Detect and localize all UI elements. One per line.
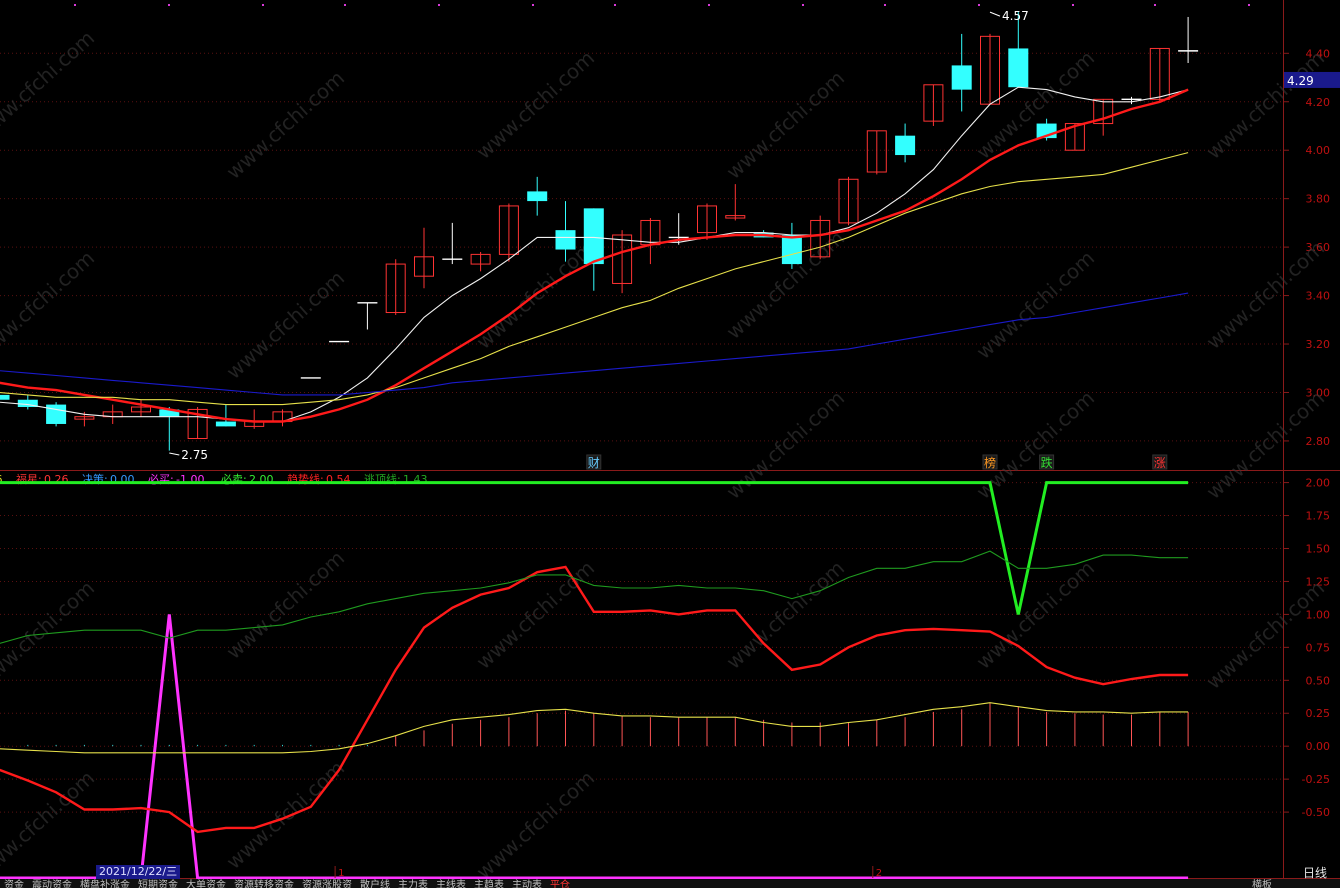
watermark-text: www.cfchi.com	[222, 546, 349, 664]
bottom-tab-5[interactable]: 资源转移资金	[234, 879, 294, 888]
top-marker-dot	[1072, 4, 1074, 6]
top-marker-dot	[1248, 4, 1250, 6]
top-marker-dot	[168, 4, 170, 6]
moving-average-line	[0, 292, 1189, 396]
candle-body	[951, 65, 972, 90]
price-tick-label: 3.80	[1306, 193, 1331, 206]
bottom-tab-11[interactable]: 主动表	[512, 879, 542, 888]
watermark-text: www.cfchi.com	[722, 386, 849, 504]
candle-body	[583, 208, 604, 265]
candle-body	[555, 230, 576, 250]
bottom-right-tab[interactable]: 横板	[1252, 879, 1272, 888]
event-marker-37: 跌	[1041, 455, 1053, 470]
period-selector[interactable]: 日线	[1290, 864, 1340, 880]
top-marker-dot	[614, 4, 616, 6]
top-marker-dot	[802, 4, 804, 6]
watermark-text: www.cfchi.com	[0, 26, 99, 144]
watermark-text: www.cfchi.com	[972, 246, 1099, 364]
price-tick-label: 4.00	[1306, 144, 1331, 157]
price-tick-label: 2.80	[1306, 435, 1331, 448]
bottom-tab-1[interactable]: 震动资金	[32, 879, 72, 888]
candle-body	[1008, 48, 1029, 88]
bottom-tab-10[interactable]: 主趋表	[474, 879, 504, 888]
bottom-tab-9[interactable]: 主线表	[436, 879, 466, 888]
candle-body	[781, 235, 802, 265]
indicator-tick-label: -0.25	[1302, 773, 1330, 786]
watermark-text: www.cfchi.com	[722, 66, 849, 184]
candle-body	[895, 135, 916, 156]
watermark-text: www.cfchi.com	[472, 46, 599, 164]
watermark-text: www.cfchi.com	[222, 266, 349, 384]
watermark-text: www.cfchi.com	[972, 46, 1099, 164]
indicator-tick-label: -0.50	[1302, 806, 1330, 819]
candle-body	[215, 421, 236, 427]
candle-body	[527, 191, 548, 202]
price-tick-label: 4.20	[1306, 96, 1331, 109]
bottom-tab-3[interactable]: 短期资金	[138, 879, 178, 888]
bottom-tab-6[interactable]: 资源涨股资	[302, 879, 352, 888]
price-tick-label: 3.20	[1306, 338, 1331, 351]
watermark-text: www.cfchi.com	[0, 246, 99, 364]
top-marker-dot	[532, 4, 534, 6]
price-tick-label: 3.40	[1306, 290, 1331, 303]
top-marker-dot	[344, 4, 346, 6]
bottom-tab-8[interactable]: 主力表	[398, 879, 428, 888]
watermark-text: www.cfchi.com	[222, 66, 349, 184]
high-price-arrow	[989, 11, 1001, 17]
top-marker-dot	[708, 4, 710, 6]
bottom-tab-0[interactable]: 资金	[4, 879, 24, 888]
bottom-tab-12[interactable]: 平仓	[550, 879, 570, 888]
bottom-tab-4[interactable]: 大单资金	[186, 879, 226, 888]
indicator-tick-label: 0.00	[1306, 740, 1331, 753]
indicator-line-1	[0, 481, 1189, 615]
high-price-label: 4.57	[1002, 9, 1029, 23]
low-price-arrow	[169, 452, 180, 456]
watermark-text: www.cfchi.com	[222, 756, 349, 874]
indicator-tick-label: 2.00	[1306, 477, 1331, 490]
candle-body	[46, 404, 67, 424]
top-marker-dot	[1154, 4, 1156, 6]
indicator-tick-label: 0.50	[1306, 674, 1331, 687]
watermark-text: www.cfchi.com	[0, 576, 99, 694]
event-marker-35: 榜	[984, 455, 996, 470]
indicator-line-0	[0, 614, 1189, 880]
event-marker-41: 涨	[1154, 455, 1166, 470]
month-label: 1	[338, 868, 344, 879]
bottom-tab-7[interactable]: 散户线	[360, 879, 390, 888]
event-marker-21: 财	[588, 456, 600, 470]
top-marker-dot	[884, 4, 886, 6]
bottom-tab-2[interactable]: 横盘补涨金	[80, 879, 130, 888]
chart-canvas[interactable]: 4.404.204.003.803.603.403.203.002.802.00…	[0, 0, 1340, 888]
indicator-tick-label: 1.75	[1306, 510, 1331, 523]
indicator-tick-label: 1.50	[1306, 542, 1331, 555]
top-marker-dot	[978, 4, 980, 6]
watermark-text: www.cfchi.com	[972, 556, 1099, 674]
top-marker-dot	[438, 4, 440, 6]
bottom-indicator-bar: 资金 震动资金 横盘补涨金 短期资金 大单资金 资源转移资金 资源涨股资 散户线 主力表 主线表主…	[0, 879, 1340, 888]
indicator-tick-label: 0.75	[1306, 641, 1331, 654]
watermark-text: www.cfchi.com	[472, 766, 599, 884]
indicator-tick-label: 0.25	[1306, 707, 1331, 720]
top-marker-dot	[74, 4, 76, 6]
month-label: 2	[876, 868, 882, 879]
top-marker-dot	[262, 4, 264, 6]
current-price-tag: 4.29	[1287, 74, 1314, 88]
watermark-text: www.cfchi.com	[0, 766, 99, 884]
cursor-date-label: 2021/12/22/三	[96, 865, 181, 879]
candle-body	[0, 394, 10, 400]
low-price-label: 2.75	[181, 448, 208, 462]
